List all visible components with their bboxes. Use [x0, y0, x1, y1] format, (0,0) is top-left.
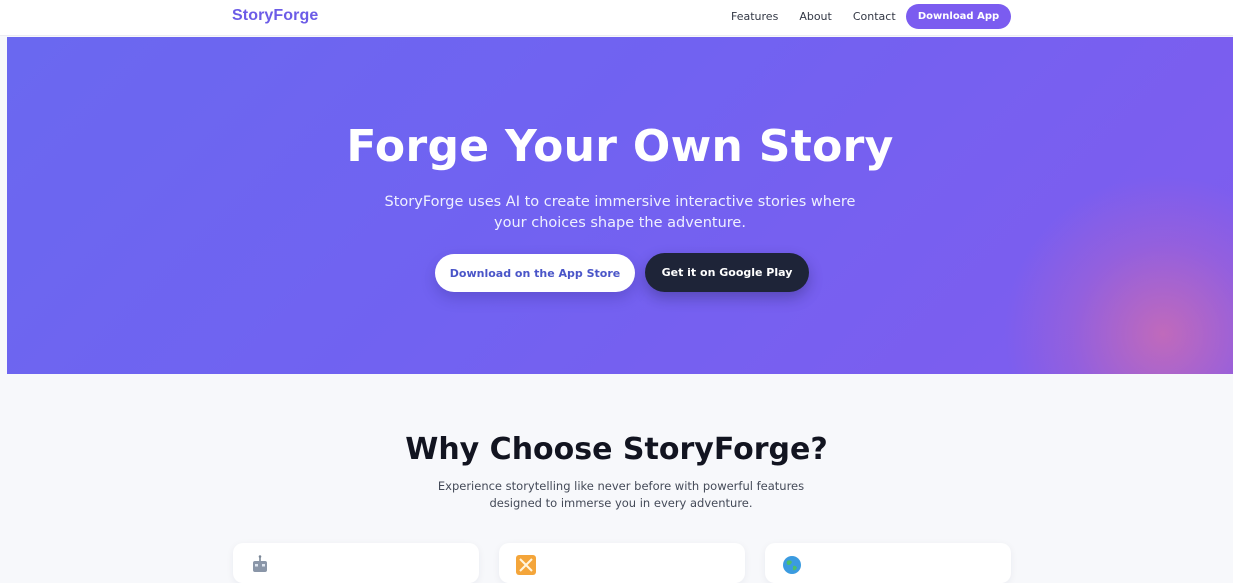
- hero-subtitle: StoryForge uses AI to create immersive i…: [384, 194, 856, 231]
- feature-card-worlds: [765, 543, 1011, 583]
- brand-logo[interactable]: StoryForge: [232, 7, 318, 25]
- nav-link-features[interactable]: Features: [731, 10, 778, 23]
- nav-links: Features About Contact: [731, 10, 896, 23]
- feature-card-ai: [233, 543, 479, 583]
- hero-section: Forge Your Own Story StoryForge uses AI …: [7, 37, 1233, 374]
- google-play-button[interactable]: Get it on Google Play: [645, 253, 809, 292]
- hero-title: Forge Your Own Story: [346, 121, 894, 172]
- hero-glow-decoration: [1003, 174, 1233, 374]
- nav-link-about[interactable]: About: [799, 10, 832, 23]
- app-store-button[interactable]: Download on the App Store: [435, 254, 635, 292]
- top-nav: StoryForge Features About Contact Downlo…: [0, 0, 1233, 36]
- feature-card-choices: [499, 543, 745, 583]
- nav-link-contact[interactable]: Contact: [853, 10, 896, 23]
- robot-icon: [250, 555, 270, 575]
- download-app-button[interactable]: Download App: [906, 4, 1011, 29]
- features-subtitle: Experience storytelling like never befor…: [437, 479, 805, 510]
- crossed-swords-icon: [516, 555, 536, 575]
- globe-icon: [782, 555, 802, 575]
- features-title: Why Choose StoryForge?: [405, 432, 828, 467]
